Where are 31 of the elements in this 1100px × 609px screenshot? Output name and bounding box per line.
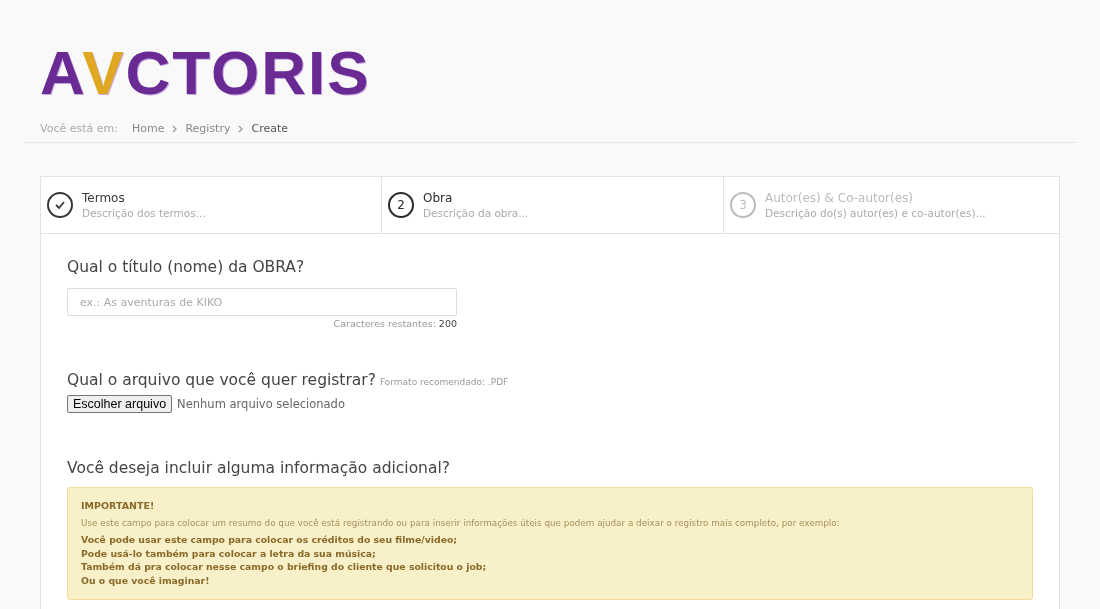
logo: AVCTORIS	[40, 40, 371, 106]
question-label: Qual o arquivo que você quer registrar?	[67, 371, 376, 389]
alert-line: Ou o que você imaginar!	[81, 573, 211, 587]
question-label: Qual o título (nome) da OBRA?	[67, 258, 306, 276]
breadcrumb-link[interactable]: Home	[131, 122, 165, 135]
format-hint: Formato recomendado: .PDF	[379, 377, 509, 387]
step-description: Descrição dos termos...	[82, 207, 206, 219]
wizard-step[interactable]: Termos Descrição dos termos...	[41, 177, 381, 233]
chevron-icon	[238, 124, 244, 133]
step-description: Descrição do(s) autor(es) e co-autor(es)...	[765, 207, 986, 219]
breadcrumb-label: Você está em:	[40, 122, 118, 135]
question-label: Você deseja incluir alguma informação adicional?	[67, 459, 451, 477]
alert-title: IMPORTANTE!	[81, 500, 156, 511]
step-title: Autor(es) & Co-autor(es)	[765, 191, 914, 205]
character-counter: Caracteres restantes: 200	[332, 318, 457, 329]
step-title: Termos	[82, 191, 126, 205]
alert-line: Você pode usar este campo para colocar os créditos do seu filme/video;	[81, 533, 459, 547]
chevron-icon	[172, 124, 178, 133]
file-status: Nenhum arquivo selecionado	[177, 397, 345, 411]
breadcrumb-link[interactable]: Create	[251, 122, 289, 135]
title-input[interactable]: ex.: As aventuras de KIKO	[67, 288, 457, 316]
step-description: Descrição da obra...	[423, 207, 529, 219]
step-title: Obra	[423, 191, 454, 205]
step-number: 3	[730, 192, 756, 218]
alert-text: Use este campo para colocar um resumo do que você está registrando ou para inserir informações úteis que podem ajudar a deixar o registro mais completo, por exemplo:	[81, 518, 841, 528]
step-number: 2	[388, 192, 414, 218]
alert-line: Também dá pra colocar nesse campo o briefing do cliente que solicitou o job;	[81, 560, 488, 574]
wizard-step[interactable]: 2 Obra Descrição da obra...	[381, 177, 723, 233]
breadcrumb-link[interactable]: Registry	[185, 122, 231, 135]
choose-file-button[interactable]: Escolher arquivo	[67, 395, 173, 413]
alert-line: Pode usá-lo também para colocar a letra da sua música;	[81, 546, 377, 560]
